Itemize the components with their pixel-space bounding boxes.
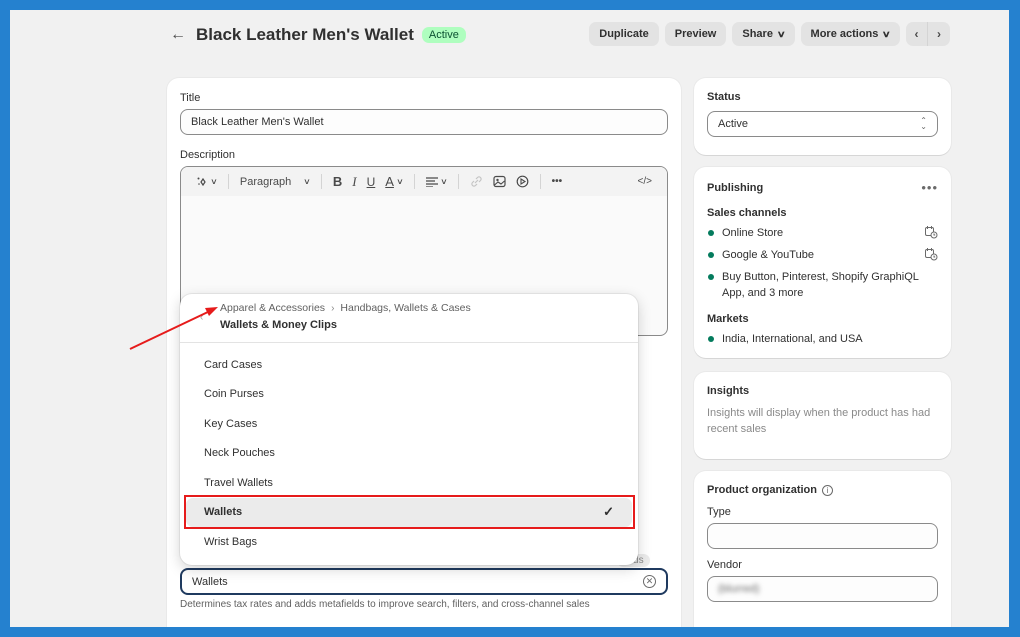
vendor-input[interactable]: (blurred) [707, 576, 938, 602]
status-dot [708, 336, 714, 342]
vendor-label: Vendor [707, 559, 742, 571]
status-title: Status [707, 91, 741, 103]
channel-item: Online Store [707, 225, 938, 241]
schedule-calendar-icon[interactable] [924, 225, 938, 239]
channel-label: Buy Button, Pinterest, Shopify GraphiQL … [722, 271, 919, 299]
type-label: Type [707, 506, 731, 518]
status-select[interactable]: Active ⌃ ⌄ [707, 111, 938, 137]
status-dot [708, 274, 714, 280]
select-arrows-icon: ⌃ ⌄ [920, 116, 927, 131]
type-input[interactable] [707, 523, 938, 549]
product-organization-card: Product organization i Type Vendor (blurr… [694, 471, 951, 627]
channel-item: Buy Button, Pinterest, Shopify GraphiQL … [707, 269, 938, 301]
insights-title: Insights [707, 385, 750, 397]
vendor-value: (blurred) [718, 583, 760, 595]
sales-channels-title: Sales channels [707, 207, 787, 219]
status-value: Active [718, 118, 748, 130]
publishing-title: Publishing [707, 181, 764, 194]
market-item: India, International, and USA [707, 331, 938, 347]
channel-item: Google & YouTube [707, 247, 938, 263]
market-label: India, International, and USA [722, 333, 863, 345]
channel-label: Google & YouTube [722, 249, 814, 261]
status-card: Status Active ⌃ ⌄ [694, 78, 951, 155]
publishing-header: Publishing ••• [707, 180, 938, 195]
status-dot [708, 230, 714, 236]
app-frame: ← Black Leather Men's Wallet Active Dupl… [10, 10, 1009, 627]
more-options-icon[interactable]: ••• [921, 180, 938, 195]
publishing-card: Publishing ••• Sales channels Online Sto… [694, 167, 951, 358]
insights-card: Insights Insights will display when the … [694, 372, 951, 459]
info-icon[interactable]: i [822, 485, 833, 496]
channel-label: Online Store [722, 227, 784, 239]
schedule-calendar-icon[interactable] [924, 247, 938, 261]
markets-title: Markets [707, 313, 749, 325]
product-organization-label: Product organization [707, 484, 817, 496]
status-dot [708, 252, 714, 258]
product-organization-title: Product organization i [707, 484, 938, 496]
insights-text: Insights will display when the product h… [707, 407, 931, 435]
